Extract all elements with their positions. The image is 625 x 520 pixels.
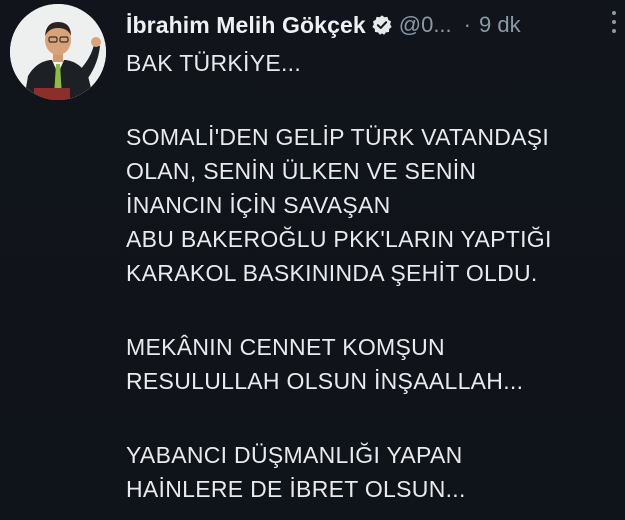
author-handle[interactable]: @0... <box>399 12 452 38</box>
tweet-header: İbrahim Melih Gökçek @0... · 9 dk <box>126 8 613 42</box>
author-name[interactable]: İbrahim Melih Gökçek <box>126 12 366 39</box>
tweet-card: İbrahim Melih Gökçek @0... · 9 dk BAK TÜ… <box>0 0 625 520</box>
tweet-line: HAİNLERE DE İBRET OLSUN... <box>126 476 466 502</box>
timestamp[interactable]: 9 dk <box>479 12 521 38</box>
tweet-line: SOMALİ'DEN GELİP TÜRK VATANDAŞI <box>126 124 550 150</box>
tweet-line: BAK TÜRKİYE... <box>126 50 302 76</box>
avatar-photo <box>10 4 106 100</box>
tweet-line: YABANCI DÜŞMANLIĞI YAPAN <box>126 442 463 468</box>
tweet-text: BAK TÜRKİYE... SOMALİ'DEN GELİP TÜRK VAT… <box>126 46 616 506</box>
tweet-line: OLAN, SENİN ÜLKEN VE SENİN <box>126 158 477 184</box>
tweet-line: KARAKOL BASKININDA ŞEHİT OLDU. <box>126 260 538 286</box>
more-options-icon[interactable] <box>611 11 617 33</box>
separator-dot: · <box>463 12 471 37</box>
verified-badge-icon <box>372 15 392 35</box>
tweet-line: RESULULLAH OLSUN İNŞAALLAH... <box>126 368 524 394</box>
avatar[interactable] <box>10 4 106 100</box>
tweet-line: MEKÂNIN CENNET KOMŞUN <box>126 334 445 360</box>
tweet-line: ABU BAKEROĞLU PKK'LARIN YAPTIĞI <box>126 226 552 252</box>
tweet-line: İNANCIN İÇİN SAVAŞAN <box>126 192 391 218</box>
